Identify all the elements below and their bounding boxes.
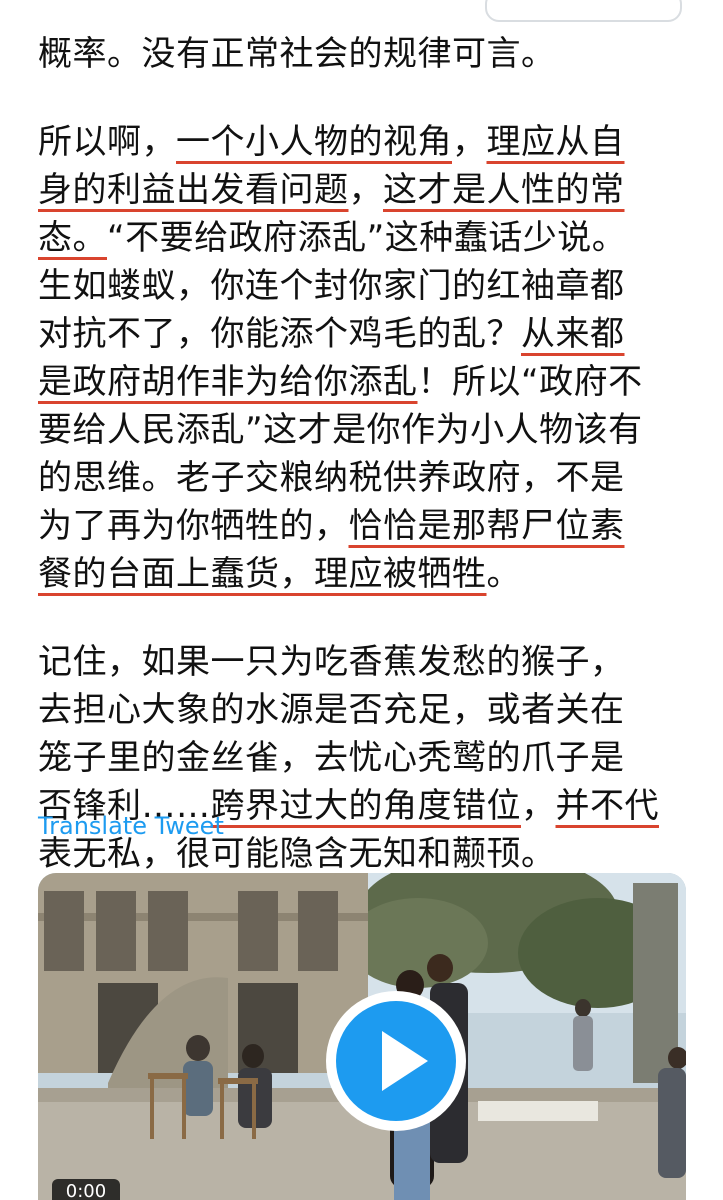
- text-segment: 为了再为你牺牲的，: [38, 506, 349, 546]
- text-line: 去担心大象的水源是否充足，或者关在: [38, 686, 698, 734]
- play-icon: [382, 1031, 428, 1091]
- translate-tweet-link[interactable]: Translate Tweet: [38, 812, 224, 840]
- text-segment: “不要给政府添乱”这种蠢话少说。: [107, 218, 627, 258]
- text-line: 为了再为你牺牲的，恰恰是那帮尸位素: [38, 502, 698, 550]
- top-bar: [0, 0, 723, 30]
- text-segment: ，: [521, 786, 556, 826]
- text-segment: 。: [486, 554, 521, 594]
- text-segment: 对抗不了，你能添个鸡毛的乱？: [38, 314, 521, 354]
- text-line: 所以啊，一个小人物的视角，理应从自: [38, 118, 698, 166]
- highlighted-text: 并不代: [555, 786, 659, 826]
- highlighted-text: 这才是人性的常: [383, 170, 625, 210]
- text-line: 对抗不了，你能添个鸡毛的乱？从来都: [38, 310, 698, 358]
- text-segment: 去担心大象的水源是否充足，或者关在: [38, 690, 625, 730]
- text-segment: 记住，如果一只为吃香蕉发愁的猴子，: [38, 642, 625, 682]
- text-line: 是政府胡作非为给你添乱！所以“政府不: [38, 358, 698, 406]
- tweet-paragraph: 记住，如果一只为吃香蕉发愁的猴子， 去担心大象的水源是否充足，或者关在 笼子里的金丝…: [38, 638, 698, 878]
- text-segment: 笼子里的金丝雀，去忧心秃鹫的爪子是: [38, 738, 625, 778]
- highlighted-text: 一个小人物的视角: [176, 122, 452, 162]
- text-segment: 的思维。老子交粮纳税供养政府，不是: [38, 458, 625, 498]
- text-segment: ，: [348, 170, 383, 210]
- highlighted-text: 态。: [38, 218, 107, 258]
- text-segment: 所以啊，: [38, 122, 176, 162]
- highlighted-text: 恰恰是那帮尸位素: [348, 506, 625, 546]
- tweet-text: 概率。没有正常社会的规律可言。 所以啊，一个小人物的视角，理应从自 身的利益出发看问…: [38, 30, 698, 878]
- text-line: 概率。没有正常社会的规律可言。: [38, 30, 698, 78]
- text-line: 笼子里的金丝雀，去忧心秃鹫的爪子是: [38, 734, 698, 782]
- text-line: 生如蝼蚁，你连个封你家门的红袖章都: [38, 262, 698, 310]
- text-line: 的思维。老子交粮纳税供养政府，不是: [38, 454, 698, 502]
- tweet-paragraph: 所以啊，一个小人物的视角，理应从自 身的利益出发看问题，这才是人性的常 态。“不要给…: [38, 118, 698, 598]
- text-line: 餐的台面上蠢货，理应被牺牲。: [38, 550, 698, 598]
- text-line: 态。“不要给政府添乱”这种蠢话少说。: [38, 214, 698, 262]
- text-segment: 表无私，: [38, 834, 176, 874]
- text-segment: ！所以“政府不: [417, 362, 643, 402]
- highlighted-text: 跨界过大的角度错位: [210, 786, 521, 826]
- text-segment: 要给人民添乱”这才是你作为小人物该有: [38, 410, 643, 450]
- text-segment: ，: [452, 122, 487, 162]
- text-segment: 概率。没有正常社会的规律可言。: [38, 34, 556, 74]
- highlighted-text: 理应从自: [486, 122, 625, 162]
- text-segment: 生如蝼蚁，你连个封你家门的红袖章都: [38, 266, 625, 306]
- video-thumbnail[interactable]: 0:00: [38, 873, 686, 1200]
- highlighted-text: 很可能隐含无知和颟顸。: [176, 834, 556, 874]
- highlighted-text: 从来都: [521, 314, 625, 354]
- highlighted-text: 是政府胡作非为给你添乱: [38, 362, 418, 402]
- play-circle: [336, 1001, 456, 1121]
- highlighted-text: 餐的台面上蠢货，理应被牺牲: [38, 554, 487, 594]
- text-line: 记住，如果一只为吃香蕉发愁的猴子，: [38, 638, 698, 686]
- tweet-paragraph: 概率。没有正常社会的规律可言。: [38, 30, 698, 78]
- top-pill-button[interactable]: [485, 0, 682, 22]
- play-button[interactable]: [326, 991, 466, 1131]
- text-line: 要给人民添乱”这才是你作为小人物该有: [38, 406, 698, 454]
- text-line: 身的利益出发看问题，这才是人性的常: [38, 166, 698, 214]
- video-duration-badge: 0:00: [52, 1179, 120, 1200]
- highlighted-text: 身的利益出发看问题: [38, 170, 349, 210]
